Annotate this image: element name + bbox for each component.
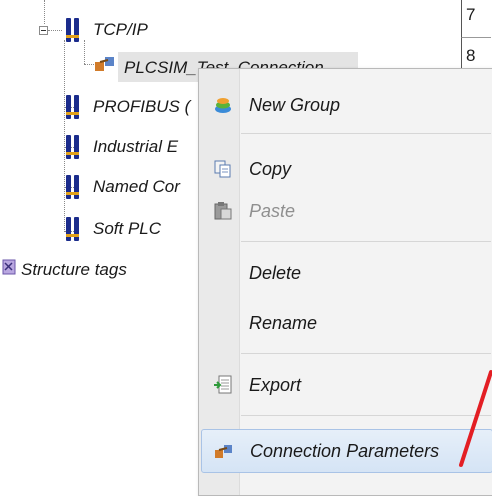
- export-icon: [214, 375, 232, 394]
- tree-item-label: PROFIBUS (: [93, 97, 191, 116]
- tree-item-label: Soft PLC: [93, 219, 162, 238]
- collapse-toggle[interactable]: [39, 26, 48, 35]
- tree-item-soft-plc[interactable]: Soft PLC: [93, 215, 161, 243]
- tree-item-label: Structure tags: [21, 260, 127, 279]
- menu-item-label: Export: [249, 374, 302, 395]
- menu-separator: [241, 241, 491, 242]
- connection-parameters-icon: [215, 445, 232, 458]
- menu-item-label: Delete: [249, 262, 302, 283]
- menu-item-label: Paste: [249, 200, 296, 221]
- menu-item-export[interactable]: Export: [201, 363, 492, 407]
- menu-item-connection-parameters[interactable]: Connection Parameters: [201, 429, 492, 473]
- menu-item-label: Rename: [249, 312, 318, 333]
- tree-item-named-connections[interactable]: Named Cor: [93, 173, 180, 201]
- context-menu: New Group Copy Paste Delete Rename Expor: [198, 68, 492, 496]
- network-icon: [66, 95, 80, 119]
- menu-separator: [241, 133, 491, 134]
- paste-icon: [214, 202, 232, 220]
- menu-item-copy[interactable]: Copy: [201, 147, 492, 191]
- tree-item-label: Industrial E: [93, 137, 179, 156]
- menu-item-delete[interactable]: Delete: [201, 251, 492, 295]
- network-icon: [66, 18, 80, 42]
- menu-item-new-group[interactable]: New Group: [201, 83, 492, 127]
- grid-row-number: 7: [466, 5, 476, 24]
- menu-separator: [241, 353, 491, 354]
- tree-item-structure-tags[interactable]: Structure tags: [21, 256, 127, 284]
- network-icon: [66, 175, 80, 199]
- menu-item-label: Connection Parameters: [250, 440, 440, 461]
- tree-item-label: TCP/IP: [93, 20, 148, 39]
- structure-tags-icon: [2, 259, 16, 275]
- tree-item-profibus[interactable]: PROFIBUS (: [93, 93, 190, 121]
- menu-item-paste[interactable]: Paste: [201, 189, 492, 233]
- menu-item-rename[interactable]: Rename: [201, 301, 492, 345]
- network-icon: [66, 135, 80, 159]
- tree-item-label: Named Cor: [93, 177, 180, 196]
- grid-cell: 7: [461, 0, 491, 38]
- network-icon: [66, 217, 80, 241]
- copy-icon: [214, 160, 231, 178]
- new-group-icon: [215, 98, 231, 113]
- menu-item-label: New Group: [249, 94, 341, 115]
- tree-item-industrial-ethernet[interactable]: Industrial E: [93, 133, 178, 161]
- connection-icon: [95, 57, 114, 71]
- menu-item-label: Copy: [249, 158, 292, 179]
- tree-item-tcpip[interactable]: TCP/IP: [93, 16, 148, 44]
- menu-separator: [241, 415, 491, 416]
- grid-row-number: 8: [466, 46, 476, 65]
